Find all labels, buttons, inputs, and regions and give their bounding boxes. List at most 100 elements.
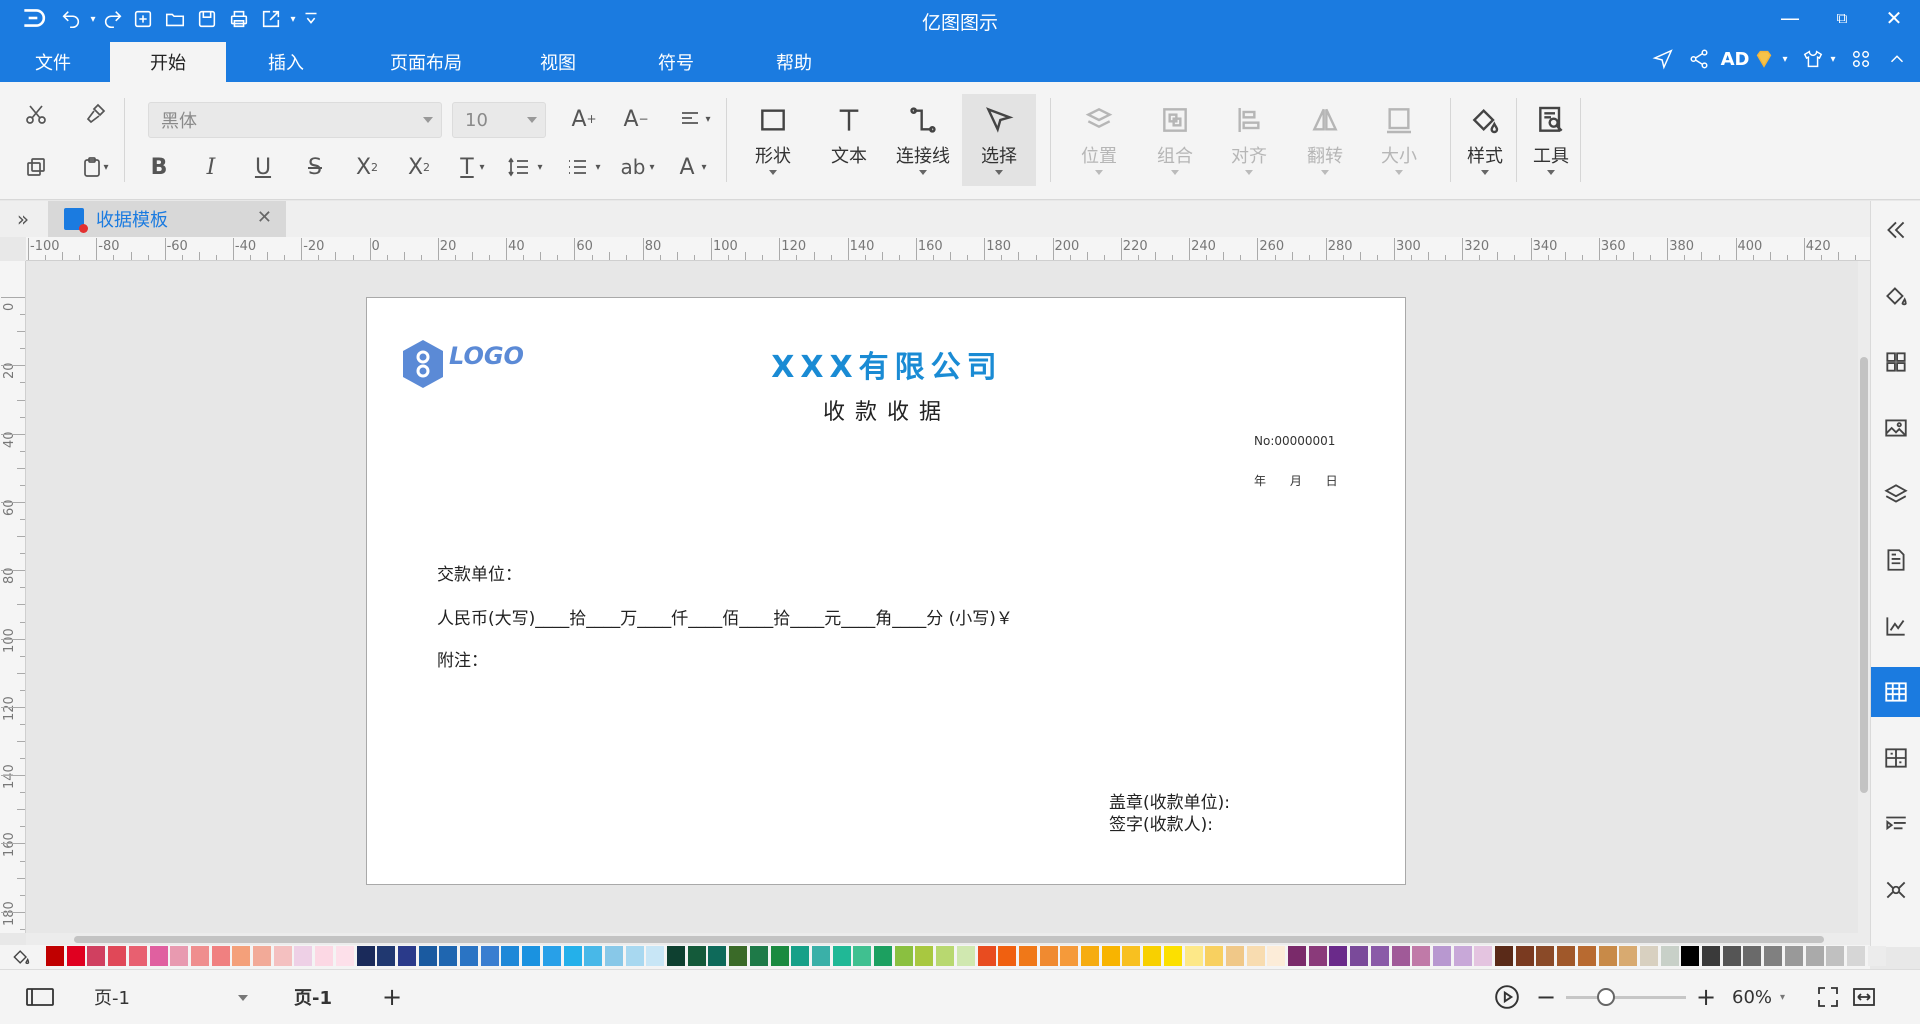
color-swatch[interactable]	[315, 946, 334, 966]
close-window-button[interactable]: ✕	[1868, 0, 1920, 36]
zoom-slider[interactable]	[1566, 980, 1686, 1014]
color-swatch[interactable]	[1412, 946, 1431, 966]
color-swatch[interactable]	[729, 946, 748, 966]
color-swatch[interactable]	[1826, 946, 1845, 966]
color-swatch[interactable]	[1163, 946, 1182, 966]
color-swatch[interactable]	[1805, 946, 1824, 966]
position-tool-dropdown-icon[interactable]	[1095, 170, 1103, 175]
document-tab[interactable]: 收据模板 ✕	[48, 201, 286, 237]
tab-file[interactable]: 文件	[18, 42, 88, 82]
text-align-dropdown-icon[interactable]: ▾	[700, 102, 716, 136]
color-swatch[interactable]	[1122, 946, 1141, 966]
color-swatch[interactable]	[749, 946, 768, 966]
size-tool-button[interactable]: 大小	[1362, 94, 1436, 186]
share-icon[interactable]	[1684, 44, 1714, 74]
color-swatch[interactable]	[1619, 946, 1638, 966]
zoom-out-icon[interactable]: −	[1536, 980, 1556, 1014]
color-swatch[interactable]	[439, 946, 458, 966]
bold-icon[interactable]: B	[142, 150, 176, 184]
connector-tool-dropdown-icon[interactable]	[919, 170, 927, 175]
color-swatch[interactable]	[1350, 946, 1369, 966]
color-swatch[interactable]	[397, 946, 416, 966]
color-swatch[interactable]	[418, 946, 437, 966]
amount-field[interactable]: 人民币(大写)____拾____万____仟____佰____拾____元___…	[437, 604, 1013, 629]
color-swatch[interactable]	[1018, 946, 1037, 966]
receipt-title[interactable]: 收款收据	[367, 394, 1407, 426]
utilities-tool-button[interactable]: 工具	[1514, 94, 1588, 186]
color-swatch[interactable]	[977, 946, 996, 966]
increase-font-icon[interactable]: A +	[566, 102, 602, 136]
color-swatch[interactable]	[1515, 946, 1534, 966]
color-swatch[interactable]	[128, 946, 147, 966]
color-swatch[interactable]	[1453, 946, 1472, 966]
color-swatch[interactable]	[1101, 946, 1120, 966]
remark-field[interactable]: 附注：	[437, 646, 488, 671]
vip-diamond-icon[interactable]	[1750, 44, 1778, 74]
bullet-list-icon[interactable]	[560, 150, 594, 184]
receipt-page[interactable]: LOGO XXX有限公司 收款收据 No:00000001 年 月 日 交款单位…	[366, 297, 1406, 885]
apps-icon[interactable]	[1846, 44, 1876, 74]
color-swatch[interactable]	[1784, 946, 1803, 966]
select-tool-dropdown-icon[interactable]	[995, 170, 1003, 175]
size-tool-dropdown-icon[interactable]	[1395, 170, 1403, 175]
color-swatch[interactable]	[1867, 946, 1886, 966]
color-swatch[interactable]	[1143, 946, 1162, 966]
collapse-ribbon-icon[interactable]	[1882, 44, 1912, 74]
color-swatch[interactable]	[1743, 946, 1762, 966]
zoom-in-icon[interactable]: +	[1696, 980, 1716, 1014]
color-swatch[interactable]	[708, 946, 727, 966]
color-swatch[interactable]	[273, 946, 292, 966]
color-swatch[interactable]	[853, 946, 872, 966]
flip-tool-button[interactable]: 翻转	[1288, 94, 1362, 186]
color-swatch[interactable]	[1495, 946, 1513, 966]
customize-toolbar-icon[interactable]	[296, 4, 326, 34]
page-list-icon[interactable]	[24, 980, 56, 1014]
save-icon[interactable]	[192, 4, 222, 34]
color-swatch[interactable]	[584, 946, 603, 966]
tab-home[interactable]: 开始	[110, 42, 226, 82]
receipt-date[interactable]: 年 月 日	[1254, 472, 1338, 489]
drawing-canvas[interactable]: LOGO XXX有限公司 收款收据 No:00000001 年 月 日 交款单位…	[26, 261, 1858, 933]
fit-page-icon[interactable]	[1816, 980, 1840, 1014]
color-swatch[interactable]	[108, 946, 127, 966]
color-swatch[interactable]	[1681, 946, 1700, 966]
paste-dropdown-icon[interactable]: ▾	[98, 150, 114, 184]
group-tool-dropdown-icon[interactable]	[1171, 170, 1179, 175]
color-swatch[interactable]	[480, 946, 499, 966]
color-swatch[interactable]	[1205, 946, 1224, 966]
shape-tool-button[interactable]: 形状	[736, 94, 810, 186]
color-swatch[interactable]	[646, 946, 665, 966]
color-swatch[interactable]	[1039, 946, 1058, 966]
redo-icon[interactable]	[98, 4, 128, 34]
table-icon[interactable]	[1871, 667, 1920, 717]
mind-map-icon[interactable]	[1871, 865, 1920, 915]
color-swatch[interactable]	[232, 946, 251, 966]
color-swatch[interactable]	[87, 946, 106, 966]
color-swatch[interactable]	[1722, 946, 1741, 966]
color-swatch[interactable]	[501, 946, 520, 966]
color-swatch[interactable]	[1536, 946, 1555, 966]
color-swatch[interactable]	[1370, 946, 1389, 966]
color-swatch[interactable]	[542, 946, 561, 966]
style-tool-button[interactable]: 样式	[1448, 94, 1522, 186]
open-folder-icon[interactable]	[160, 4, 190, 34]
play-presentation-icon[interactable]	[1494, 980, 1520, 1014]
color-swatch[interactable]	[149, 946, 168, 966]
zoom-dropdown-icon[interactable]: ▾	[1780, 980, 1785, 1014]
tab-help[interactable]: 帮助	[744, 42, 844, 82]
color-swatch[interactable]	[190, 946, 209, 966]
tab-symbol[interactable]: 符号	[626, 42, 726, 82]
color-swatch[interactable]	[66, 946, 85, 966]
grid-apps-icon[interactable]	[1871, 337, 1920, 387]
collapse-sidebar-icon[interactable]	[1871, 205, 1920, 255]
color-swatch[interactable]	[894, 946, 913, 966]
color-swatch[interactable]	[1329, 946, 1348, 966]
color-swatch[interactable]	[604, 946, 623, 966]
line-spacing-dropdown-icon[interactable]: ▾	[532, 150, 548, 184]
color-swatch[interactable]	[1060, 946, 1079, 966]
user-dropdown-icon[interactable]: ▾	[1776, 44, 1794, 74]
image-icon[interactable]	[1871, 403, 1920, 453]
color-swatch[interactable]	[460, 946, 478, 966]
color-swatch[interactable]	[253, 946, 271, 966]
superscript-icon[interactable]: X2	[350, 150, 384, 184]
